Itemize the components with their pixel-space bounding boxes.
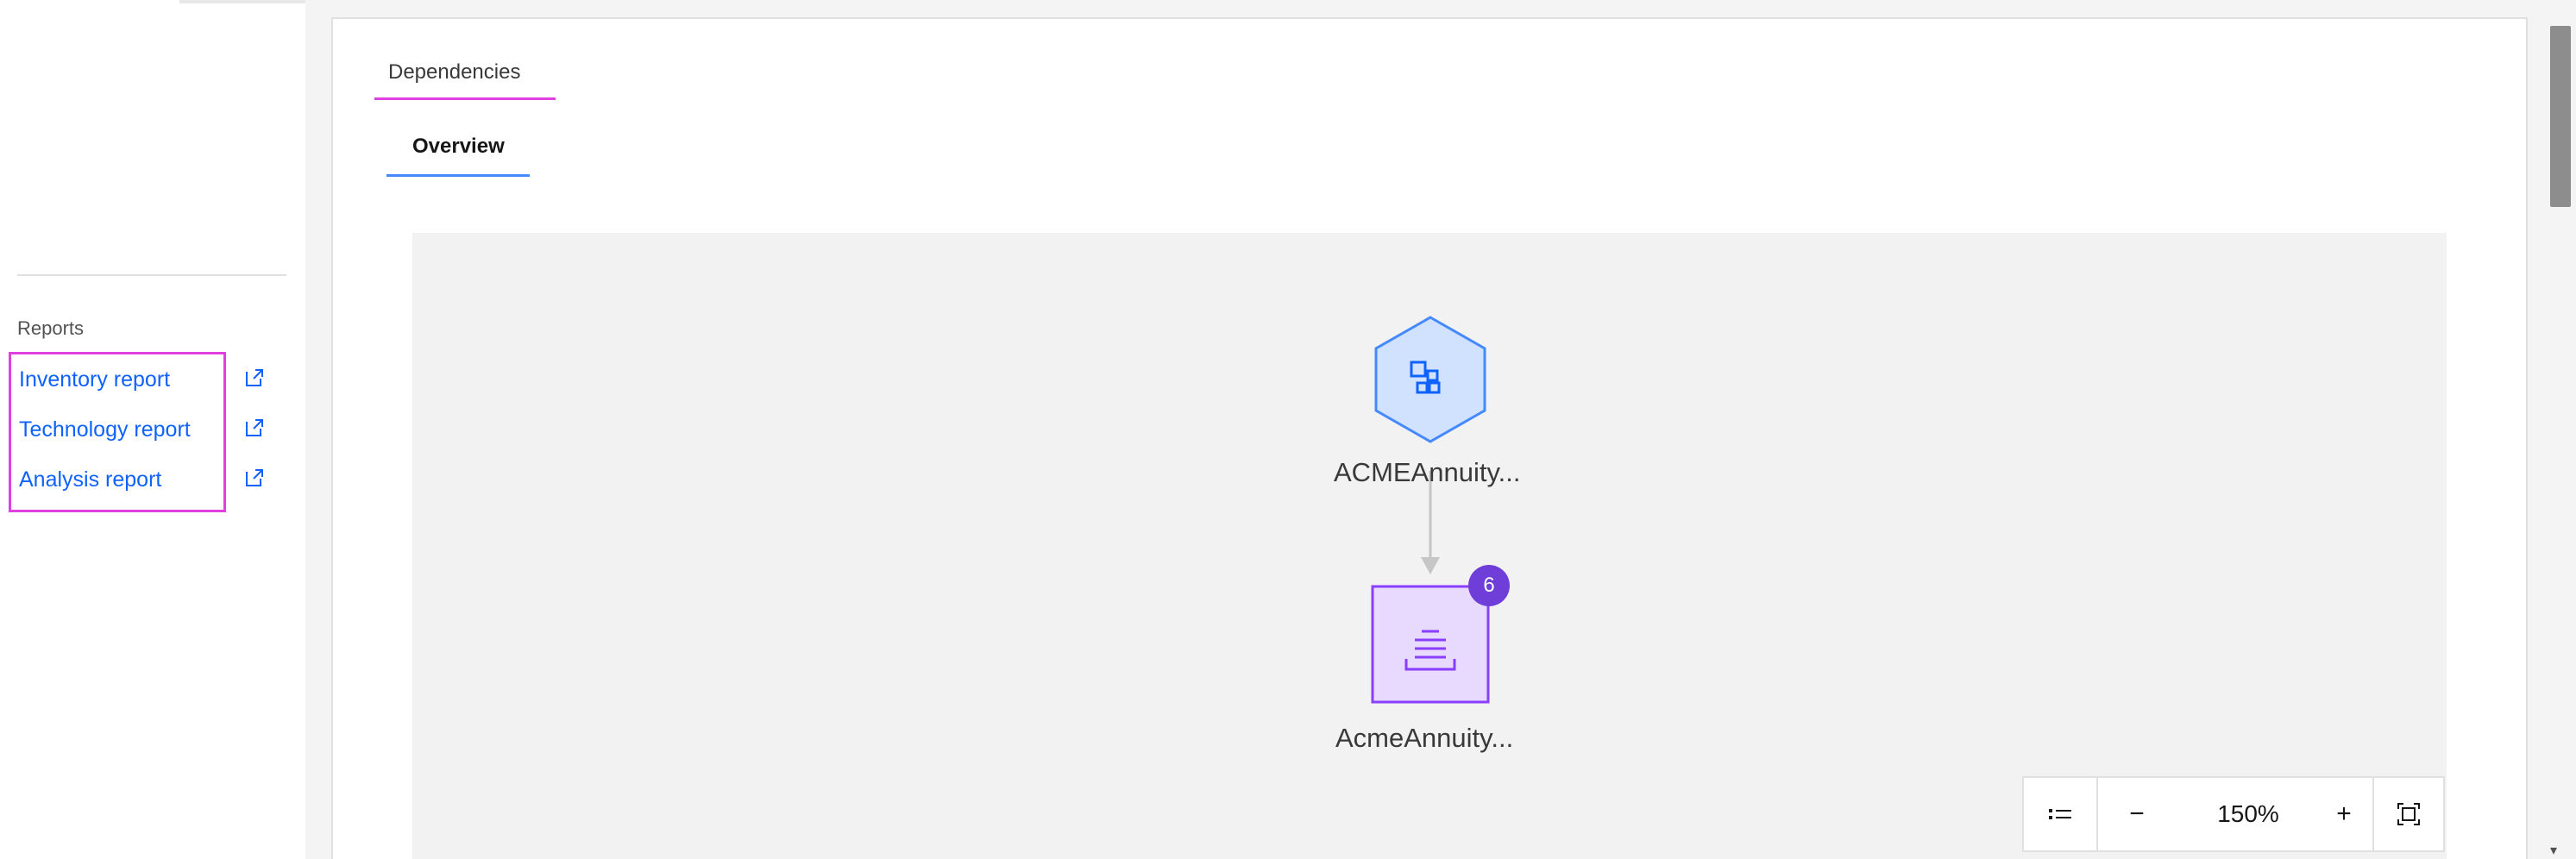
fit-to-screen-icon xyxy=(2397,803,2420,825)
count-badge[interactable]: 6 xyxy=(1468,565,1510,606)
scrollbar-thumb[interactable] xyxy=(2550,26,2571,207)
legend-button[interactable] xyxy=(2024,778,2096,850)
zoom-out-button[interactable]: − xyxy=(2098,778,2176,850)
graph-shapes xyxy=(1371,316,1490,704)
scroll-down-arrow-icon[interactable]: ▾ xyxy=(2550,842,2557,859)
data-node[interactable] xyxy=(1371,585,1490,704)
data-node-label: AcmeAnnuity... xyxy=(1335,723,1514,753)
zoom-level: 150% xyxy=(2217,800,2279,827)
zoom-toolbar: − 150% + xyxy=(2022,776,2445,852)
application-node-label: ACMEAnnuity... xyxy=(1334,457,1521,487)
zoom-in-button[interactable]: + xyxy=(2317,778,2371,850)
list-legend-icon xyxy=(2049,809,2071,819)
fit-to-screen-button[interactable] xyxy=(2374,778,2443,850)
